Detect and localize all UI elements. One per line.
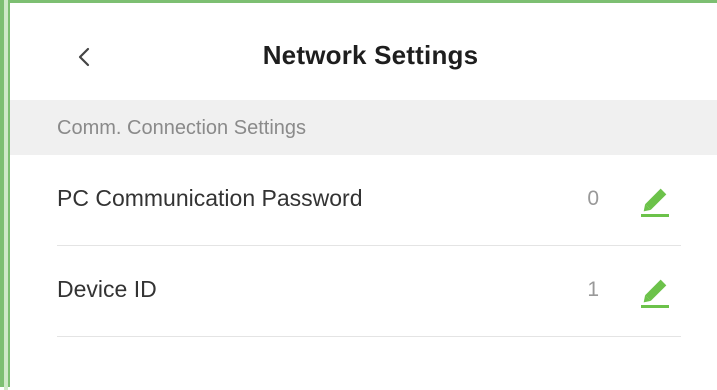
row-value: 1 <box>587 278 599 301</box>
pencil-edit-icon[interactable] <box>637 182 673 218</box>
list-item-pc-communication-password[interactable]: PC Communication Password 0 <box>57 155 681 246</box>
row-value: 0 <box>587 187 599 210</box>
pencil-edit-icon[interactable] <box>637 273 673 309</box>
section-label: Comm. Connection Settings <box>57 117 307 139</box>
list-item-device-id[interactable]: Device ID 1 <box>57 246 681 337</box>
section-header: Comm. Connection Settings <box>10 100 717 155</box>
header-bar: Network Settings <box>10 3 717 99</box>
row-label: Device ID <box>57 276 157 302</box>
app-window: Network Settings Comm. Connection Settin… <box>0 0 717 390</box>
row-label: PC Communication Password <box>57 185 363 211</box>
page-title: Network Settings <box>262 40 479 70</box>
